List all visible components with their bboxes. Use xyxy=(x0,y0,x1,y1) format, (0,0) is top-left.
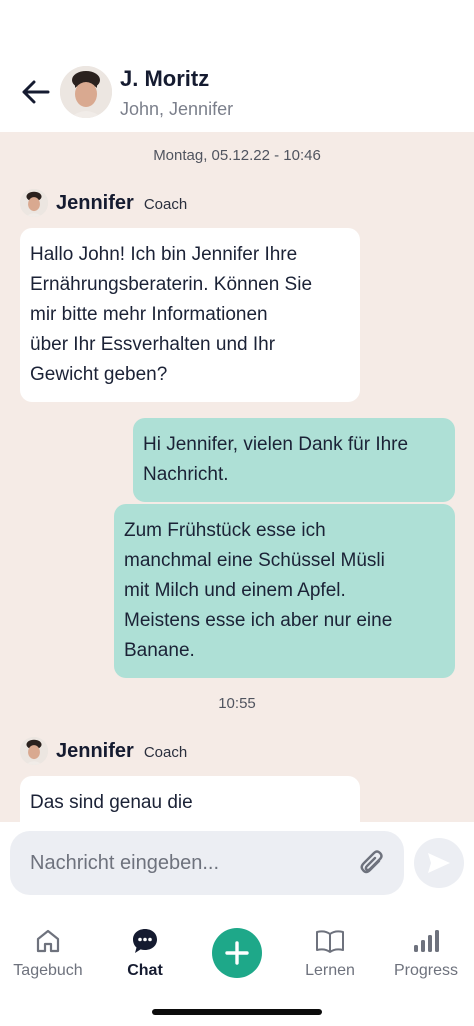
message-bubble-incoming[interactable]: Das sind genau die xyxy=(20,776,360,822)
message-line: Nachricht. xyxy=(143,464,229,485)
chat-title: J. Moritz xyxy=(120,66,210,91)
send-icon xyxy=(428,853,450,873)
sender-role: Coach xyxy=(143,196,188,213)
message-line: manchmal eine Schüssel Müsli xyxy=(124,550,385,571)
add-button[interactable] xyxy=(212,928,262,978)
message-line: Ernährungsberaterin. Können Sie xyxy=(30,274,313,295)
back-button[interactable] xyxy=(18,74,54,110)
arrow-left-icon xyxy=(22,80,50,104)
sender-role: Coach xyxy=(143,744,188,761)
avatar[interactable] xyxy=(60,66,112,118)
tab-label: Tagebuch xyxy=(13,962,83,979)
tab-tagebuch[interactable]: Tagebuch xyxy=(0,926,96,988)
message-line: Hallo John! Ich bin Jennifer Ihre xyxy=(30,244,298,265)
message-composer xyxy=(0,822,474,912)
bottom-tab-bar: Tagebuch Chat Lernen Progress xyxy=(0,912,474,1026)
time-separator: 10:55 xyxy=(218,695,256,712)
sender-header: Jennifer Coach xyxy=(20,735,187,767)
sender-header: Jennifer Coach xyxy=(20,187,187,219)
tab-lernen[interactable]: Lernen xyxy=(282,926,378,988)
message-line: Banane. xyxy=(124,640,195,661)
attach-button[interactable] xyxy=(356,847,388,879)
tab-label: Chat xyxy=(127,962,163,979)
home-icon xyxy=(36,929,60,953)
sender-name: Jennifer xyxy=(56,191,134,214)
avatar[interactable] xyxy=(20,189,48,217)
message-input-box[interactable] xyxy=(10,831,404,895)
message-list[interactable]: Montag, 05.12.22 - 10:46 Jennifer Coach … xyxy=(0,132,474,822)
message-line: Gewicht geben? xyxy=(30,364,168,385)
home-indicator xyxy=(152,1009,322,1015)
send-button[interactable] xyxy=(414,838,464,888)
message-bubble-outgoing[interactable]: Hi Jennifer, vielen Dank für Ihre Nachri… xyxy=(133,418,455,502)
message-line: mir bitte mehr Informationen xyxy=(30,304,268,325)
book-icon xyxy=(316,930,344,953)
message-line: Meistens esse ich aber nur eine xyxy=(124,610,393,631)
message-line: Hi Jennifer, vielen Dank für Ihre xyxy=(143,434,409,455)
bar-chart-icon xyxy=(414,930,439,952)
message-line: mit Milch und einem Apfel. xyxy=(124,580,346,601)
message-bubble-incoming[interactable]: Hallo John! Ich bin Jennifer Ihre Ernähr… xyxy=(20,228,360,402)
message-input[interactable] xyxy=(30,831,350,895)
message-line: Zum Frühstück esse ich xyxy=(124,520,326,541)
message-line: über Ihr Essverhalten und Ihr xyxy=(30,334,276,355)
message-line: Das sind genau die xyxy=(30,792,193,813)
tab-progress[interactable]: Progress xyxy=(378,926,474,988)
message-bubble-outgoing[interactable]: Zum Frühstück esse ich manchmal eine Sch… xyxy=(114,504,455,678)
plus-icon xyxy=(225,941,249,965)
tab-label: Lernen xyxy=(305,962,355,979)
avatar[interactable] xyxy=(20,737,48,765)
chat-bubble-icon xyxy=(133,929,157,953)
tab-chat[interactable]: Chat xyxy=(97,926,193,988)
chat-header: J. Moritz John, Jennifer xyxy=(0,0,474,132)
tab-label: Progress xyxy=(393,962,459,979)
date-separator: Montag, 05.12.22 - 10:46 xyxy=(153,147,321,164)
chat-participants: John, Jennifer xyxy=(120,99,234,119)
paperclip-icon xyxy=(360,850,383,874)
sender-name: Jennifer xyxy=(56,739,134,762)
